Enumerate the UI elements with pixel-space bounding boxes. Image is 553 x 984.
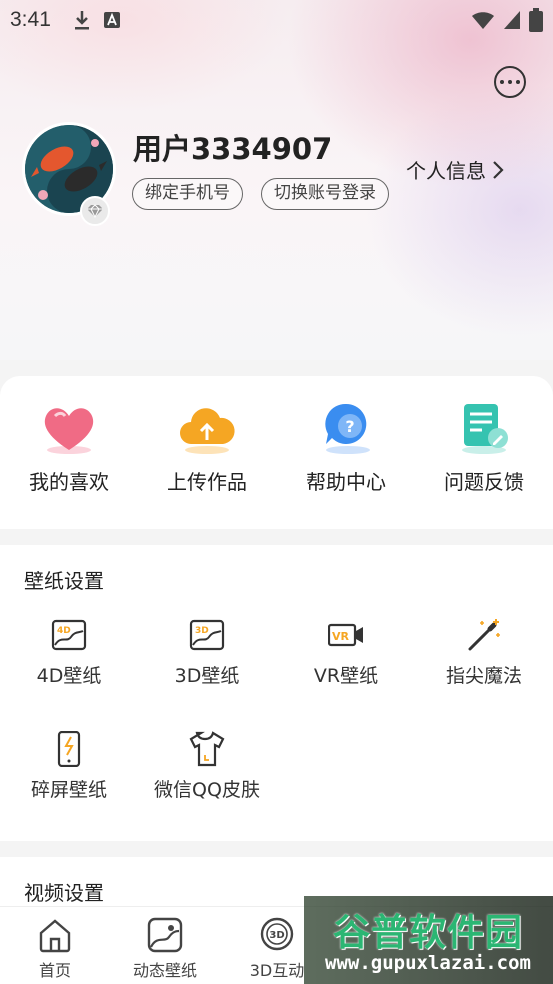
watermark-title: 谷普软件园 bbox=[333, 911, 523, 954]
status-bar: 3:41 bbox=[0, 0, 553, 40]
upload-cloud-icon bbox=[180, 408, 235, 454]
tab-dynamic-wallpaper[interactable]: 动态壁纸 bbox=[110, 907, 220, 984]
tab-label: 首页 bbox=[38, 961, 71, 980]
quick-action-label: 上传作品 bbox=[167, 470, 247, 494]
quick-action-label: 帮助中心 bbox=[306, 470, 386, 494]
wallpaper-item-vr[interactable]: VR VR壁纸 bbox=[277, 617, 415, 697]
wallpaper-item-cracked[interactable]: 碎屏壁纸 bbox=[0, 731, 138, 811]
watermark-overlay: 谷普软件园 www.gupuxlazai.com bbox=[304, 896, 553, 984]
svg-text:3D: 3D bbox=[195, 626, 209, 636]
wallpaper-item-label: 3D壁纸 bbox=[174, 665, 240, 687]
diamond-icon bbox=[87, 204, 103, 218]
3d-wallpaper-icon: 3D bbox=[189, 619, 225, 651]
svg-text:4D: 4D bbox=[57, 626, 71, 636]
help-question-icon: ? bbox=[325, 403, 370, 454]
quick-action-label: 我的喜欢 bbox=[29, 470, 109, 494]
chevron-right-icon bbox=[493, 160, 504, 179]
wallpaper-item-3d[interactable]: 3D 3D壁纸 bbox=[138, 617, 276, 697]
magic-wand-icon bbox=[468, 619, 500, 651]
quick-action-help[interactable]: ? 帮助中心 bbox=[277, 376, 415, 529]
wallpaper-item-label: 碎屏壁纸 bbox=[30, 779, 107, 801]
watermark-url: www.gupuxlazai.com bbox=[325, 952, 531, 974]
svg-text:3D: 3D bbox=[269, 930, 284, 941]
message-button[interactable] bbox=[494, 66, 526, 98]
switch-account-button[interactable]: 切换账号登录 bbox=[261, 178, 389, 210]
wifi-icon bbox=[471, 10, 495, 34]
quick-action-feedback[interactable]: 问题反馈 bbox=[415, 376, 553, 529]
wallpaper-item-magic[interactable]: 指尖魔法 bbox=[415, 617, 553, 697]
tshirt-icon bbox=[189, 731, 225, 767]
profile-info-label: 个人信息 bbox=[406, 159, 486, 183]
tab-home[interactable]: 首页 bbox=[0, 907, 110, 984]
3d-interactive-icon: 3D bbox=[260, 917, 294, 951]
vip-badge[interactable] bbox=[80, 196, 110, 226]
quick-action-upload[interactable]: 上传作品 bbox=[138, 376, 276, 529]
wallpaper-settings-card: 壁纸设置 4D 4D壁纸 3D 3D壁纸 VR VR壁纸 指尖魔法 碎屏壁纸 微… bbox=[0, 545, 553, 841]
download-icon bbox=[73, 9, 91, 31]
quick-action-favorites[interactable]: 我的喜欢 bbox=[0, 376, 138, 529]
dynamic-wallpaper-icon bbox=[147, 917, 183, 953]
wallpaper-item-label: 4D壁纸 bbox=[36, 665, 102, 687]
svg-text:?: ? bbox=[345, 417, 354, 436]
battery-icon bbox=[529, 8, 543, 36]
home-icon bbox=[39, 919, 71, 953]
username: 用户3334907 bbox=[133, 132, 333, 166]
quick-action-label: 问题反馈 bbox=[444, 470, 524, 494]
tab-label: 动态壁纸 bbox=[132, 961, 197, 980]
vr-camera-icon: VR bbox=[328, 623, 363, 647]
svg-text:VR: VR bbox=[332, 630, 350, 643]
status-time: 3:41 bbox=[10, 8, 51, 31]
section-title: 视频设置 bbox=[24, 881, 104, 905]
bind-phone-button[interactable]: 绑定手机号 bbox=[132, 178, 243, 210]
signal-icon bbox=[503, 10, 521, 34]
section-title: 壁纸设置 bbox=[24, 569, 104, 593]
heart-icon bbox=[44, 408, 94, 454]
wallpaper-item-4d[interactable]: 4D 4D壁纸 bbox=[0, 617, 138, 697]
profile-info-link[interactable]: 个人信息 bbox=[406, 155, 504, 184]
wallpaper-item-label: 微信QQ皮肤 bbox=[154, 779, 260, 801]
4d-wallpaper-icon: 4D bbox=[51, 619, 87, 651]
feedback-edit-icon bbox=[462, 404, 508, 454]
font-a-icon bbox=[103, 11, 121, 29]
cracked-phone-icon bbox=[57, 731, 81, 767]
wallpaper-item-skin[interactable]: 微信QQ皮肤 bbox=[138, 731, 276, 811]
quick-actions-card: 我的喜欢 上传作品 ? 帮助中心 问题反馈 bbox=[0, 376, 553, 529]
message-dot-icon bbox=[500, 80, 504, 84]
wallpaper-item-label: 指尖魔法 bbox=[445, 665, 522, 687]
wallpaper-item-label: VR壁纸 bbox=[313, 665, 379, 687]
